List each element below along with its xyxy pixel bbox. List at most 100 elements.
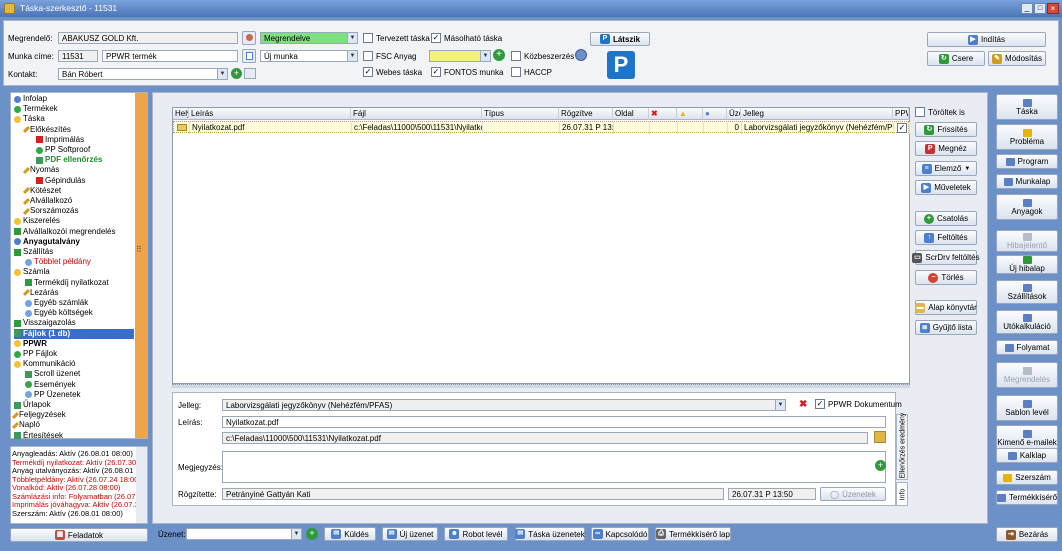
tree-item[interactable]: Feljegyzések: [11, 410, 66, 420]
fsc-checkbox[interactable]: [363, 51, 373, 61]
ppwr-doc-checkbox[interactable]: ✓: [815, 399, 825, 409]
haccp-checkbox[interactable]: [511, 67, 521, 77]
table-row[interactable]: Nyilatkozat.pdf c:\Feladas\11000\500\115…: [173, 121, 910, 134]
tree-item[interactable]: Események: [25, 380, 76, 390]
close-button[interactable]: ⇥ Bezárás: [996, 527, 1058, 542]
tree-scrollbar[interactable]: [135, 93, 147, 438]
tree-item[interactable]: Táska: [14, 114, 45, 124]
col-warning[interactable]: ▲: [677, 108, 703, 120]
scrdrv-upload-button[interactable]: ▭ ScrDrv feltöltés: [912, 250, 980, 265]
editor-button[interactable]: ≡ Elemző ▼: [915, 161, 977, 176]
tree-item[interactable]: Termékek: [14, 104, 58, 114]
col-fajl[interactable]: Fájl: [351, 108, 482, 120]
side-button[interactable]: Anyagok: [996, 194, 1058, 220]
side-button[interactable]: Szerszám: [996, 470, 1058, 485]
tree-item[interactable]: Lezárás: [22, 288, 58, 298]
message-select[interactable]: ▼: [186, 528, 302, 540]
base-dir-button[interactable]: ▬ Alap könyvtár: [915, 300, 977, 315]
send-button[interactable]: ✉ Küldés: [324, 527, 376, 541]
job-type-select[interactable]: Új munka ▼: [260, 50, 358, 62]
tree-item[interactable]: Gépindulás: [36, 176, 85, 186]
status-select[interactable]: Megrendelve ▼: [260, 32, 358, 44]
col-uzenet[interactable]: Üze: [727, 108, 741, 120]
deleted-too-checkbox[interactable]: [915, 107, 925, 117]
col-error[interactable]: ✖: [649, 108, 677, 120]
tree-item[interactable]: Infolap: [14, 94, 47, 104]
add-message-icon[interactable]: +: [306, 528, 318, 540]
col-tipus[interactable]: Típus: [482, 108, 559, 120]
col-rogzitve[interactable]: Rögzítve: [559, 108, 613, 120]
tree-item[interactable]: PP Üzenetek: [25, 390, 81, 400]
tree-item[interactable]: Űrlapok: [14, 400, 51, 410]
detail-kind-select[interactable]: Laborvizsgálati jegyzőkönyv (Nehézfém/PF…: [222, 399, 786, 411]
tree-item[interactable]: Termékdíj nyilatkozat: [25, 278, 109, 288]
detail-note-field[interactable]: [222, 451, 886, 483]
add-contact-icon[interactable]: +: [231, 68, 242, 79]
col-jelleg[interactable]: Jelleg: [741, 108, 893, 120]
tree-item[interactable]: Anyagutalvány: [14, 237, 80, 247]
tab-check-result[interactable]: Ellenőrzés eredmény: [896, 413, 908, 480]
job-name-field[interactable]: PPWR termék: [102, 50, 238, 62]
side-button[interactable]: Táska: [996, 94, 1058, 120]
side-button[interactable]: Hibajelentő: [996, 230, 1058, 252]
tree-item[interactable]: Kötészet: [22, 186, 61, 196]
product-sheet-button[interactable]: ⎙ Termékkísérő lap: [655, 527, 731, 541]
tree-item[interactable]: Visszaigazolás: [14, 318, 76, 328]
side-button[interactable]: Munkalap: [996, 174, 1058, 189]
chevron-down-icon[interactable]: ▼: [291, 529, 301, 539]
copyable-checkbox[interactable]: ✓: [431, 33, 441, 43]
tree-item[interactable]: Előkészítés: [22, 125, 71, 135]
tree-item[interactable]: Értesítések: [14, 431, 63, 441]
minimize-button[interactable]: _: [1021, 3, 1033, 14]
gear-icon[interactable]: [575, 49, 587, 61]
tree-item[interactable]: Scroll üzenet: [25, 369, 80, 379]
detail-desc-field[interactable]: Nyilatkozat.pdf: [222, 416, 886, 428]
col-hely[interactable]: Hely: [173, 108, 189, 120]
robot-letter-button[interactable]: ☻ Robot levél: [444, 527, 508, 541]
col-info[interactable]: ●: [703, 108, 727, 120]
side-button[interactable]: Probléma: [996, 124, 1058, 150]
side-button[interactable]: Megrendelés: [996, 362, 1058, 388]
chevron-down-icon[interactable]: ▼: [347, 33, 357, 43]
customer-field[interactable]: ABAKUSZ GOLD Kft.: [58, 32, 238, 44]
swap-button[interactable]: ↻ Csere: [927, 51, 985, 66]
tree-item[interactable]: Alvállalkozó: [22, 196, 72, 206]
tree-item[interactable]: Egyéb költségek: [25, 308, 93, 318]
tree-item[interactable]: Napló: [11, 420, 40, 430]
tree-item[interactable]: Alvállalkozói megrendelés: [14, 227, 116, 237]
copy-icon[interactable]: [242, 49, 256, 63]
chevron-down-icon[interactable]: ▼: [775, 400, 785, 410]
modify-button[interactable]: ✎ Módosítás: [988, 51, 1046, 66]
side-button[interactable]: Kalklap: [996, 448, 1058, 463]
important-checkbox[interactable]: ✓: [431, 67, 441, 77]
tree-item[interactable]: Sorszámozás: [22, 206, 78, 216]
planned-checkbox[interactable]: [363, 33, 373, 43]
close-window-button[interactable]: ×: [1047, 3, 1059, 14]
public-checkbox[interactable]: [511, 51, 521, 61]
upload-button[interactable]: ↑ Feltöltés: [915, 230, 977, 245]
row-ppwr-checkbox[interactable]: ✓: [897, 123, 907, 133]
connected-button[interactable]: ∞ Kapcsolódó: [591, 527, 649, 541]
tree-item[interactable]: Szállítás: [14, 247, 53, 257]
chevron-down-icon[interactable]: ▼: [480, 51, 490, 61]
grid-splitter[interactable]: [172, 384, 910, 388]
new-message-button[interactable]: ✉ Új üzenet: [382, 527, 438, 541]
side-button[interactable]: Sablon levél: [996, 395, 1058, 421]
side-button[interactable]: Utókalkuláció: [996, 310, 1058, 334]
tree-item[interactable]: Számla: [14, 267, 50, 277]
col-ppwr[interactable]: PPW: [893, 108, 909, 120]
clear-kind-icon[interactable]: ✖: [799, 399, 807, 410]
tasks-button[interactable]: ▦ Feladatok: [10, 528, 148, 542]
tab-info[interactable]: Info: [896, 482, 908, 506]
browse-folder-icon[interactable]: [874, 431, 886, 443]
maximize-button[interactable]: □: [1034, 3, 1046, 14]
tree-item[interactable]: Fájlok (1 db): [14, 328, 134, 339]
side-button[interactable]: Program: [996, 154, 1058, 169]
tree-item[interactable]: PP Fájlok: [14, 349, 57, 359]
side-button[interactable]: Termékkísérő: [996, 490, 1058, 505]
operations-button[interactable]: ▶ Műveletek: [915, 180, 977, 195]
refresh-button[interactable]: ↻ Frissítés: [915, 122, 977, 137]
add-icon[interactable]: +: [493, 49, 505, 61]
web-checkbox[interactable]: ✓: [363, 67, 373, 77]
job-number-field[interactable]: 11531: [58, 50, 98, 62]
